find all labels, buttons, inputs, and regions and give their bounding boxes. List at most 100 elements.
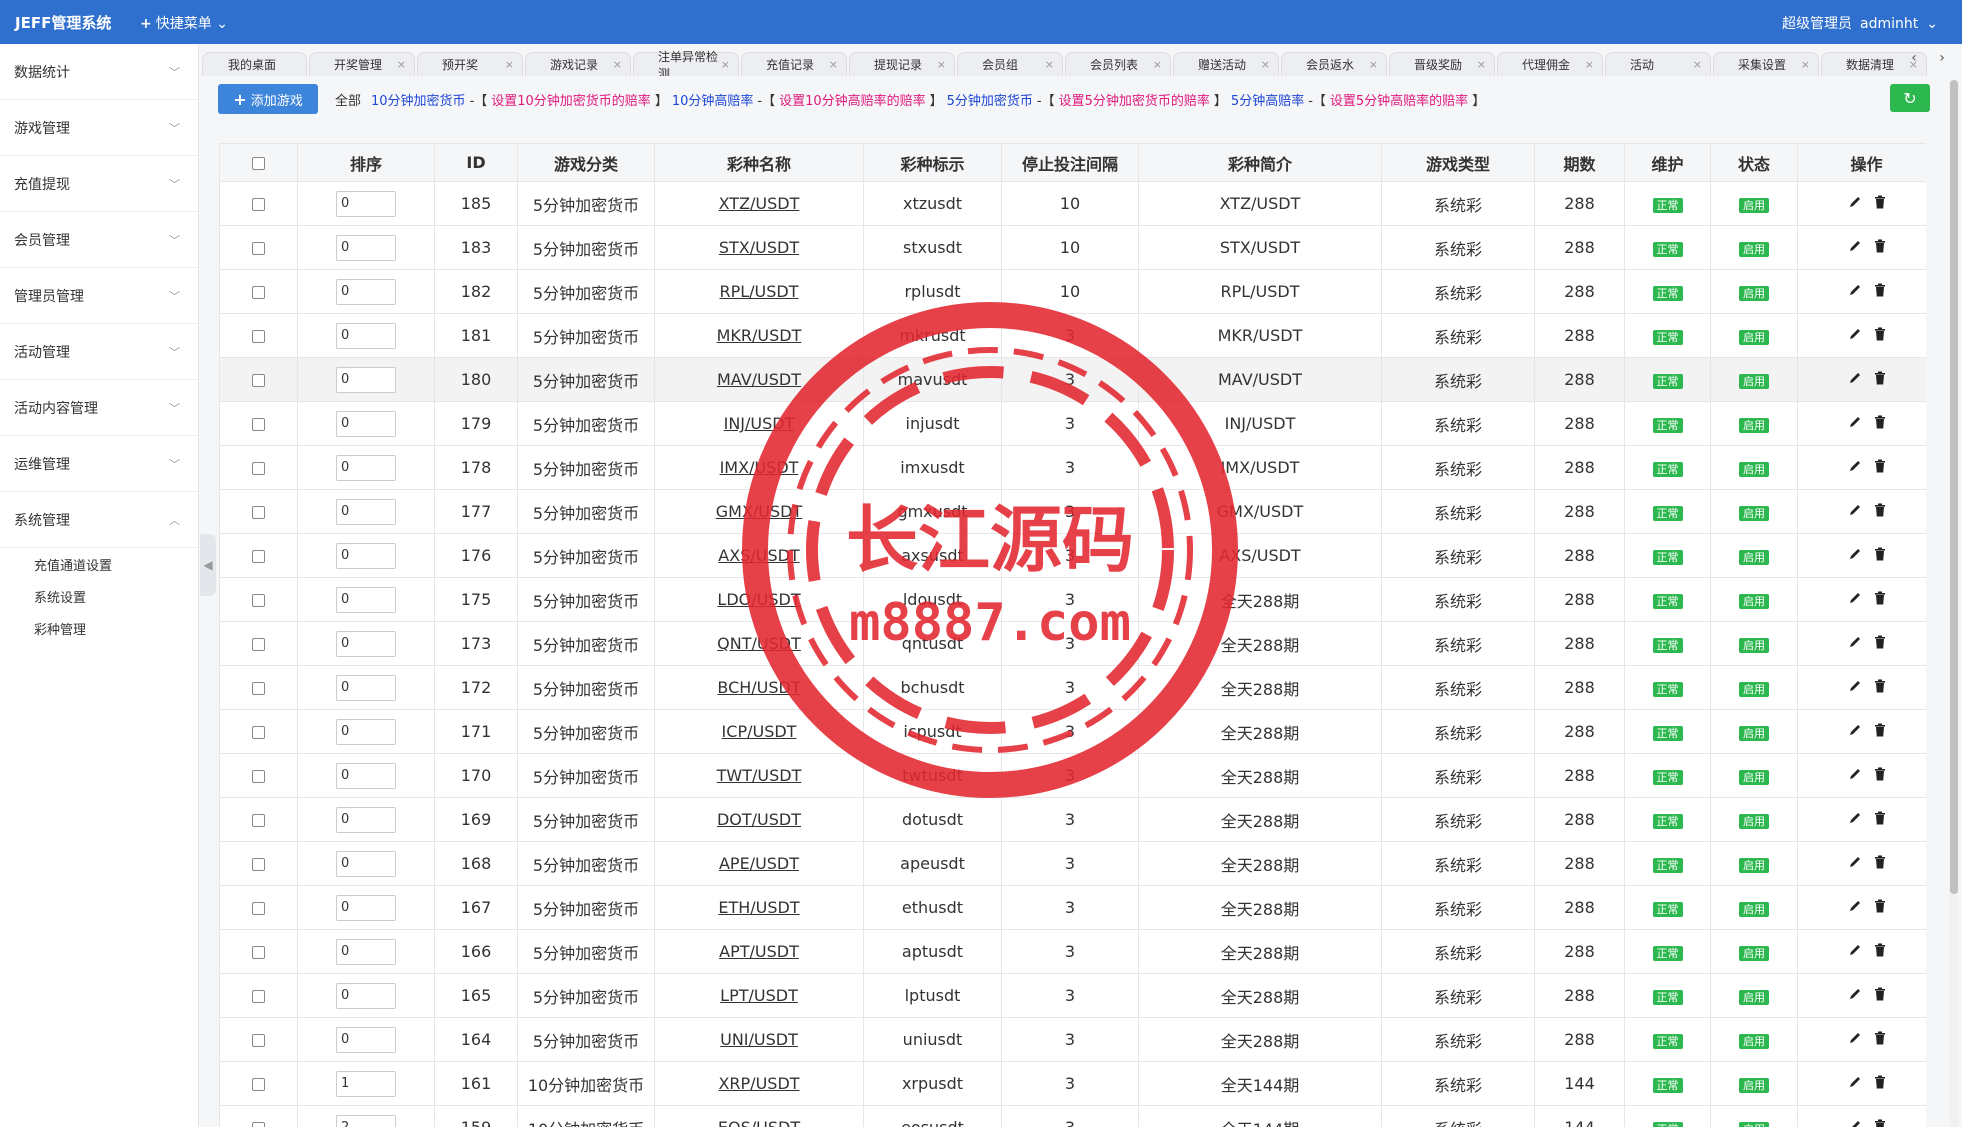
maintenance-badge[interactable]: 正常	[1652, 1034, 1683, 1049]
row-checkbox[interactable]	[252, 726, 265, 739]
tab[interactable]: 游戏记录 ×	[525, 52, 631, 76]
edit-icon[interactable]	[1848, 195, 1862, 209]
delete-icon[interactable]	[1874, 635, 1886, 649]
sidebar-item[interactable]: 管理员管理 ﹀	[0, 268, 198, 324]
sort-input[interactable]	[336, 190, 396, 217]
close-icon[interactable]: ×	[721, 58, 730, 71]
status-badge[interactable]: 启用	[1739, 506, 1769, 521]
edit-icon[interactable]	[1848, 591, 1862, 605]
sort-input[interactable]	[336, 366, 396, 393]
row-checkbox[interactable]	[252, 682, 265, 695]
status-badge[interactable]: 启用	[1739, 858, 1769, 873]
tab[interactable]: 提现记录 ×	[849, 52, 955, 76]
row-checkbox[interactable]	[252, 462, 265, 475]
maintenance-badge[interactable]: 正常	[1652, 330, 1683, 345]
sort-input[interactable]	[336, 542, 396, 569]
delete-icon[interactable]	[1874, 195, 1886, 209]
sort-input[interactable]	[336, 234, 396, 261]
row-checkbox[interactable]	[252, 1034, 265, 1047]
close-icon[interactable]: ×	[829, 58, 838, 71]
edit-icon[interactable]	[1848, 943, 1862, 957]
lottery-name-link[interactable]: XTZ/USDT	[719, 194, 800, 213]
filter-category[interactable]: 5分钟高赔率	[1231, 94, 1304, 109]
sort-input[interactable]	[336, 674, 396, 701]
status-badge[interactable]: 启用	[1739, 594, 1769, 609]
lottery-name-link[interactable]: ICP/USDT	[722, 722, 797, 741]
lottery-name-link[interactable]: MKR/USDT	[717, 326, 802, 345]
status-badge[interactable]: 启用	[1739, 990, 1769, 1005]
edit-icon[interactable]	[1848, 899, 1862, 913]
user-menu[interactable]: 超级管理员 adminht ⌄	[1774, 13, 1938, 33]
sort-input[interactable]	[336, 762, 396, 789]
row-checkbox[interactable]	[252, 286, 265, 299]
status-badge[interactable]: 启用	[1739, 1078, 1769, 1093]
maintenance-badge[interactable]: 正常	[1652, 902, 1683, 917]
lottery-name-link[interactable]: MAV/USDT	[717, 370, 801, 389]
tab[interactable]: 我的桌面	[202, 52, 307, 76]
sidebar-subitem[interactable]: 系统设置	[0, 580, 198, 612]
sort-input[interactable]	[336, 586, 396, 613]
maintenance-badge[interactable]: 正常	[1652, 506, 1683, 521]
sidebar-item[interactable]: 游戏管理 ﹀	[0, 100, 198, 156]
sidebar-subitem[interactable]: 彩种管理	[0, 612, 198, 644]
maintenance-badge[interactable]: 正常	[1652, 286, 1683, 301]
sort-input[interactable]	[336, 630, 396, 657]
close-icon[interactable]: ×	[1369, 58, 1378, 71]
row-checkbox[interactable]	[252, 594, 265, 607]
set-odds-link[interactable]: 设置5分钟加密货币的赔率	[1059, 94, 1210, 109]
lottery-name-link[interactable]: STX/USDT	[719, 238, 799, 257]
edit-icon[interactable]	[1848, 415, 1862, 429]
sort-input[interactable]	[336, 718, 396, 745]
sort-input[interactable]	[336, 894, 396, 921]
row-checkbox[interactable]	[252, 330, 265, 343]
maintenance-badge[interactable]: 正常	[1652, 462, 1683, 477]
sort-input[interactable]	[336, 278, 396, 305]
sort-input[interactable]	[336, 410, 396, 437]
delete-icon[interactable]	[1874, 855, 1886, 869]
sort-input[interactable]	[336, 806, 396, 833]
close-icon[interactable]: ×	[505, 58, 514, 71]
row-checkbox[interactable]	[252, 506, 265, 519]
quick-menu-button[interactable]: + 快捷菜单 ⌄	[140, 13, 228, 33]
lottery-name-link[interactable]: QNT/USDT	[717, 634, 801, 653]
delete-icon[interactable]	[1874, 283, 1886, 297]
row-checkbox[interactable]	[252, 638, 265, 651]
page-scrollbar[interactable]	[1949, 80, 1959, 1127]
filter-category[interactable]: 10分钟高赔率	[672, 94, 754, 109]
maintenance-badge[interactable]: 正常	[1652, 946, 1683, 961]
delete-icon[interactable]	[1874, 723, 1886, 737]
maintenance-badge[interactable]: 正常	[1652, 858, 1683, 873]
close-icon[interactable]: ×	[1261, 58, 1270, 71]
sort-input[interactable]	[336, 322, 396, 349]
sort-input[interactable]	[336, 454, 396, 481]
column-header[interactable]	[219, 143, 298, 182]
sidebar-item[interactable]: 活动管理 ﹀	[0, 324, 198, 380]
lottery-name-link[interactable]: TWT/USDT	[717, 766, 802, 785]
row-checkbox[interactable]	[252, 550, 265, 563]
tab[interactable]: 预开奖 ×	[417, 52, 523, 76]
status-badge[interactable]: 启用	[1739, 418, 1769, 433]
tab[interactable]: 采集设置 ×	[1713, 52, 1819, 76]
tab[interactable]: 代理佣金 ×	[1497, 52, 1603, 76]
tab-prev-icon[interactable]: ‹	[1902, 50, 1926, 74]
close-icon[interactable]: ×	[937, 58, 946, 71]
delete-icon[interactable]	[1874, 415, 1886, 429]
tab[interactable]: 注单异常检测 ×	[633, 50, 739, 76]
maintenance-badge[interactable]: 正常	[1652, 770, 1683, 785]
lottery-name-link[interactable]: LPT/USDT	[720, 986, 798, 1005]
status-badge[interactable]: 启用	[1739, 550, 1769, 565]
status-badge[interactable]: 启用	[1739, 1034, 1769, 1049]
sidebar-subitem[interactable]: 充值通道设置	[0, 548, 198, 580]
filter-category[interactable]: 5分钟加密货币	[947, 94, 1033, 109]
tab[interactable]: 会员列表 ×	[1065, 52, 1171, 76]
lottery-name-link[interactable]: ETH/USDT	[718, 898, 799, 917]
delete-icon[interactable]	[1874, 239, 1886, 253]
maintenance-badge[interactable]: 正常	[1652, 418, 1683, 433]
delete-icon[interactable]	[1874, 591, 1886, 605]
filter-category[interactable]: 10分钟加密货币	[371, 94, 466, 109]
delete-icon[interactable]	[1874, 1119, 1886, 1127]
edit-icon[interactable]	[1848, 327, 1862, 341]
set-odds-link[interactable]: 设置10分钟加密货币的赔率	[491, 94, 651, 109]
edit-icon[interactable]	[1848, 767, 1862, 781]
sort-input[interactable]	[336, 982, 396, 1009]
